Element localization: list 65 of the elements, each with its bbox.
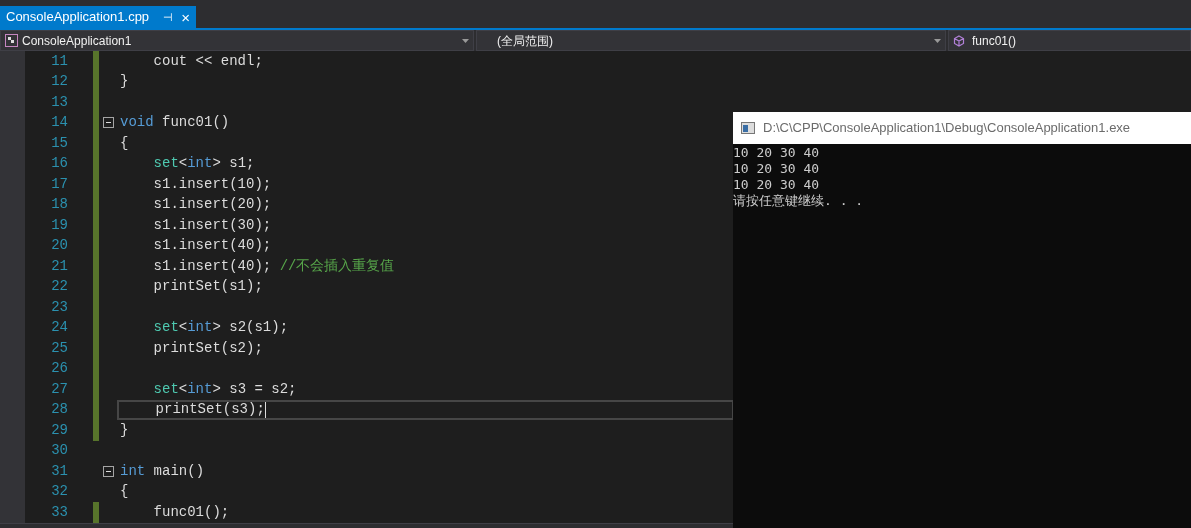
console-output-line: 10 20 30 40 [733,177,821,193]
line-number: 28 [50,400,68,420]
dropdown-caret-icon [934,38,941,43]
line-number: 13 [50,92,68,112]
line-number: 25 [50,338,68,358]
line-number: 11 [50,51,68,71]
code-line: func01(); [152,502,230,522]
code-line: set<int> s2(s1); [152,318,289,338]
line-number: 20 [50,236,68,256]
console-title: D:\C\CPP\ConsoleApplication1\Debug\ConsoleApplication1.exe [763,119,1131,138]
cube-icon [953,34,965,47]
line-number: 21 [50,256,68,276]
text-caret [264,401,266,418]
collapse-icon[interactable] [103,117,114,129]
line-number: 16 [50,154,68,174]
code-line: cout << endl; [152,51,263,71]
line-number: 33 [50,502,68,522]
code-line: void func01() [120,113,230,133]
code-line: set<int> s1; [152,154,255,174]
code-line: } [120,420,129,440]
code-line: s1.insert(30); [152,215,272,235]
member-name: func01() [972,32,1017,50]
code-line: int main() [120,461,205,481]
line-number: 32 [50,482,68,502]
line-number: 12 [50,72,68,92]
console-output-line: 请按任意键继续. . . [733,193,865,209]
tab-title: ConsoleApplication1.cpp [6,8,150,27]
close-button[interactable]: × [181,9,190,25]
console-app-icon [741,122,755,134]
line-number: 17 [50,174,68,194]
code-line: printSet(s2); [152,338,263,358]
code-line: { [120,482,129,502]
line-number: 15 [50,133,68,153]
code-line: printSet(s3); [154,400,265,420]
pin-button[interactable]: ⊣ [163,11,174,23]
line-number: 27 [50,379,68,399]
line-number: 24 [50,318,68,338]
collapse-icon[interactable] [103,465,114,477]
project-name: ConsoleApplication1 [22,32,132,50]
line-number: 18 [50,195,68,215]
scope-name: (全局范围) [496,32,553,50]
code-line: set<int> s3 = s2; [152,379,297,399]
code-line: printSet(s1); [152,277,263,297]
code-line: s1.insert(40); [152,236,272,256]
code-line: s1.insert(10); [152,174,272,194]
line-number: 19 [50,215,68,235]
scope-dropdown[interactable]: (全局范围) [476,30,946,51]
dropdown-caret-icon [462,38,469,43]
console-output-line: 10 20 30 40 [733,161,821,177]
line-number: 23 [50,297,68,317]
code-line: } [120,72,129,92]
file-tab[interactable]: ConsoleApplication1.cpp ⊣ × [0,6,196,28]
line-number: 29 [50,420,68,440]
console-output-line: 10 20 30 40 [733,145,821,161]
project-dropdown[interactable]: ConsoleApplication1 [0,30,474,51]
line-number: 22 [50,277,68,297]
code-line: s1.insert(40); //不会插入重复值 [152,256,395,276]
line-number: 14 [50,113,68,133]
line-number: 26 [50,359,68,379]
member-dropdown[interactable]: func01() [948,30,1191,51]
project-icon [5,34,18,47]
code-line: s1.insert(20); [152,195,272,215]
line-number: 30 [50,441,68,461]
line-number: 31 [50,461,68,481]
code-line: { [120,133,129,153]
